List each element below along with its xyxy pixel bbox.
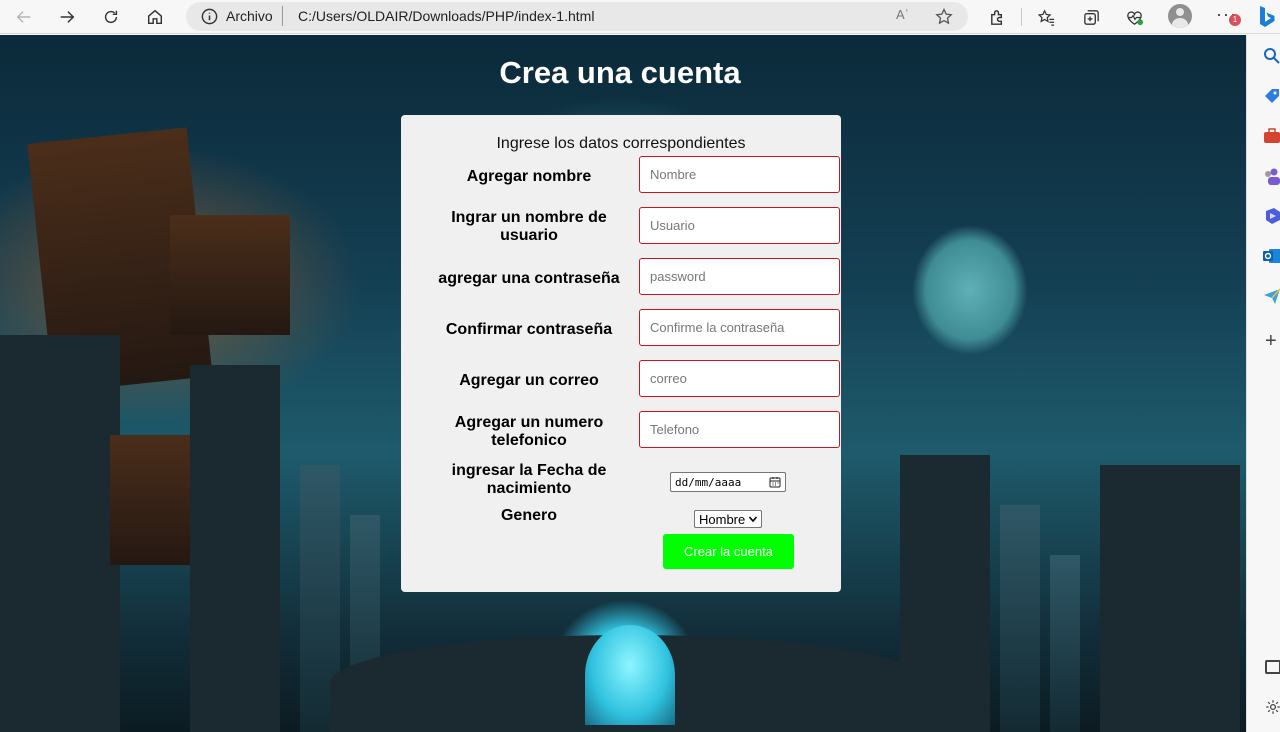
read-aloud-icon[interactable]: Aʾ bbox=[896, 7, 909, 22]
gender-selected-value: Hombre bbox=[699, 512, 746, 527]
phone-input[interactable] bbox=[639, 411, 840, 448]
copilot-icon[interactable] bbox=[1263, 207, 1280, 225]
confirm-password-label: Confirmar contraseña bbox=[445, 321, 613, 338]
password-label: agregar una contraseña bbox=[438, 270, 620, 287]
username-input[interactable] bbox=[639, 207, 840, 244]
confirm-password-input[interactable] bbox=[639, 309, 840, 346]
browser-toolbar: Archivo C:/Users/OLDAIR/Downloads/PHP/in… bbox=[0, 0, 1280, 34]
edge-sidebar: + bbox=[1246, 35, 1280, 732]
home-icon[interactable] bbox=[141, 4, 169, 30]
form-subtitle: Ingrese los datos correspondientes bbox=[496, 135, 746, 152]
address-divider bbox=[282, 6, 283, 26]
bing-chat-icon[interactable] bbox=[1252, 3, 1280, 31]
star-icon[interactable] bbox=[934, 7, 954, 27]
page-viewport: Crea una cuenta Ingrese los datos corres… bbox=[0, 35, 1246, 732]
shopping-tag-icon[interactable] bbox=[1263, 87, 1280, 105]
profile-icon[interactable] bbox=[1168, 4, 1192, 28]
add-icon[interactable]: + bbox=[1265, 330, 1277, 353]
page-title: Crea una cuenta bbox=[499, 55, 741, 90]
scheme-label[interactable]: Archivo bbox=[226, 8, 273, 24]
outlook-icon[interactable] bbox=[1263, 247, 1280, 265]
notification-badge: 1 bbox=[1229, 14, 1241, 26]
settings-icon[interactable] bbox=[1265, 699, 1280, 715]
create-account-button[interactable]: Crear la cuenta bbox=[663, 534, 794, 569]
name-input[interactable] bbox=[639, 156, 840, 193]
puzzle-icon[interactable] bbox=[985, 5, 1009, 29]
favorites-icon[interactable] bbox=[1034, 5, 1058, 29]
chevron-down-icon bbox=[748, 516, 758, 523]
email-input[interactable] bbox=[639, 360, 840, 397]
calendar-icon[interactable] bbox=[769, 476, 781, 488]
name-label: Agregar nombre bbox=[466, 168, 592, 185]
url-text[interactable]: C:/Users/OLDAIR/Downloads/PHP/index-1.ht… bbox=[298, 8, 594, 24]
back-arrow-icon[interactable] bbox=[10, 4, 38, 30]
split-screen-icon[interactable] bbox=[1265, 660, 1280, 674]
toolbar-divider bbox=[1021, 8, 1022, 26]
birthdate-input[interactable]: dd/mm/aaaa bbox=[670, 472, 786, 492]
email-label: Agregar un correo bbox=[459, 372, 599, 389]
toolbox-icon[interactable] bbox=[1263, 127, 1280, 145]
signup-form: Ingrese los datos correspondientes Agreg… bbox=[401, 115, 841, 592]
people-icon[interactable] bbox=[1263, 167, 1280, 185]
info-icon[interactable] bbox=[200, 7, 219, 26]
username-label: Ingrar un nombre de usuario bbox=[451, 209, 607, 244]
birthdate-value: dd/mm/aaaa bbox=[675, 476, 742, 489]
birthdate-label: ingresar la Fecha de nacimiento bbox=[451, 462, 607, 497]
heart-pulse-icon[interactable] bbox=[1122, 5, 1146, 29]
send-icon[interactable] bbox=[1263, 287, 1280, 305]
search-icon[interactable] bbox=[1263, 47, 1280, 65]
password-input[interactable] bbox=[639, 258, 840, 295]
gender-label: Genero bbox=[500, 507, 557, 524]
refresh-icon[interactable] bbox=[97, 4, 125, 30]
collections-icon[interactable] bbox=[1079, 5, 1103, 29]
address-bar[interactable]: Archivo C:/Users/OLDAIR/Downloads/PHP/in… bbox=[186, 2, 968, 31]
phone-label: Agregar un numero telefonico bbox=[454, 414, 604, 449]
forward-arrow-icon[interactable] bbox=[53, 4, 81, 30]
gender-select[interactable]: Hombre bbox=[694, 510, 762, 528]
